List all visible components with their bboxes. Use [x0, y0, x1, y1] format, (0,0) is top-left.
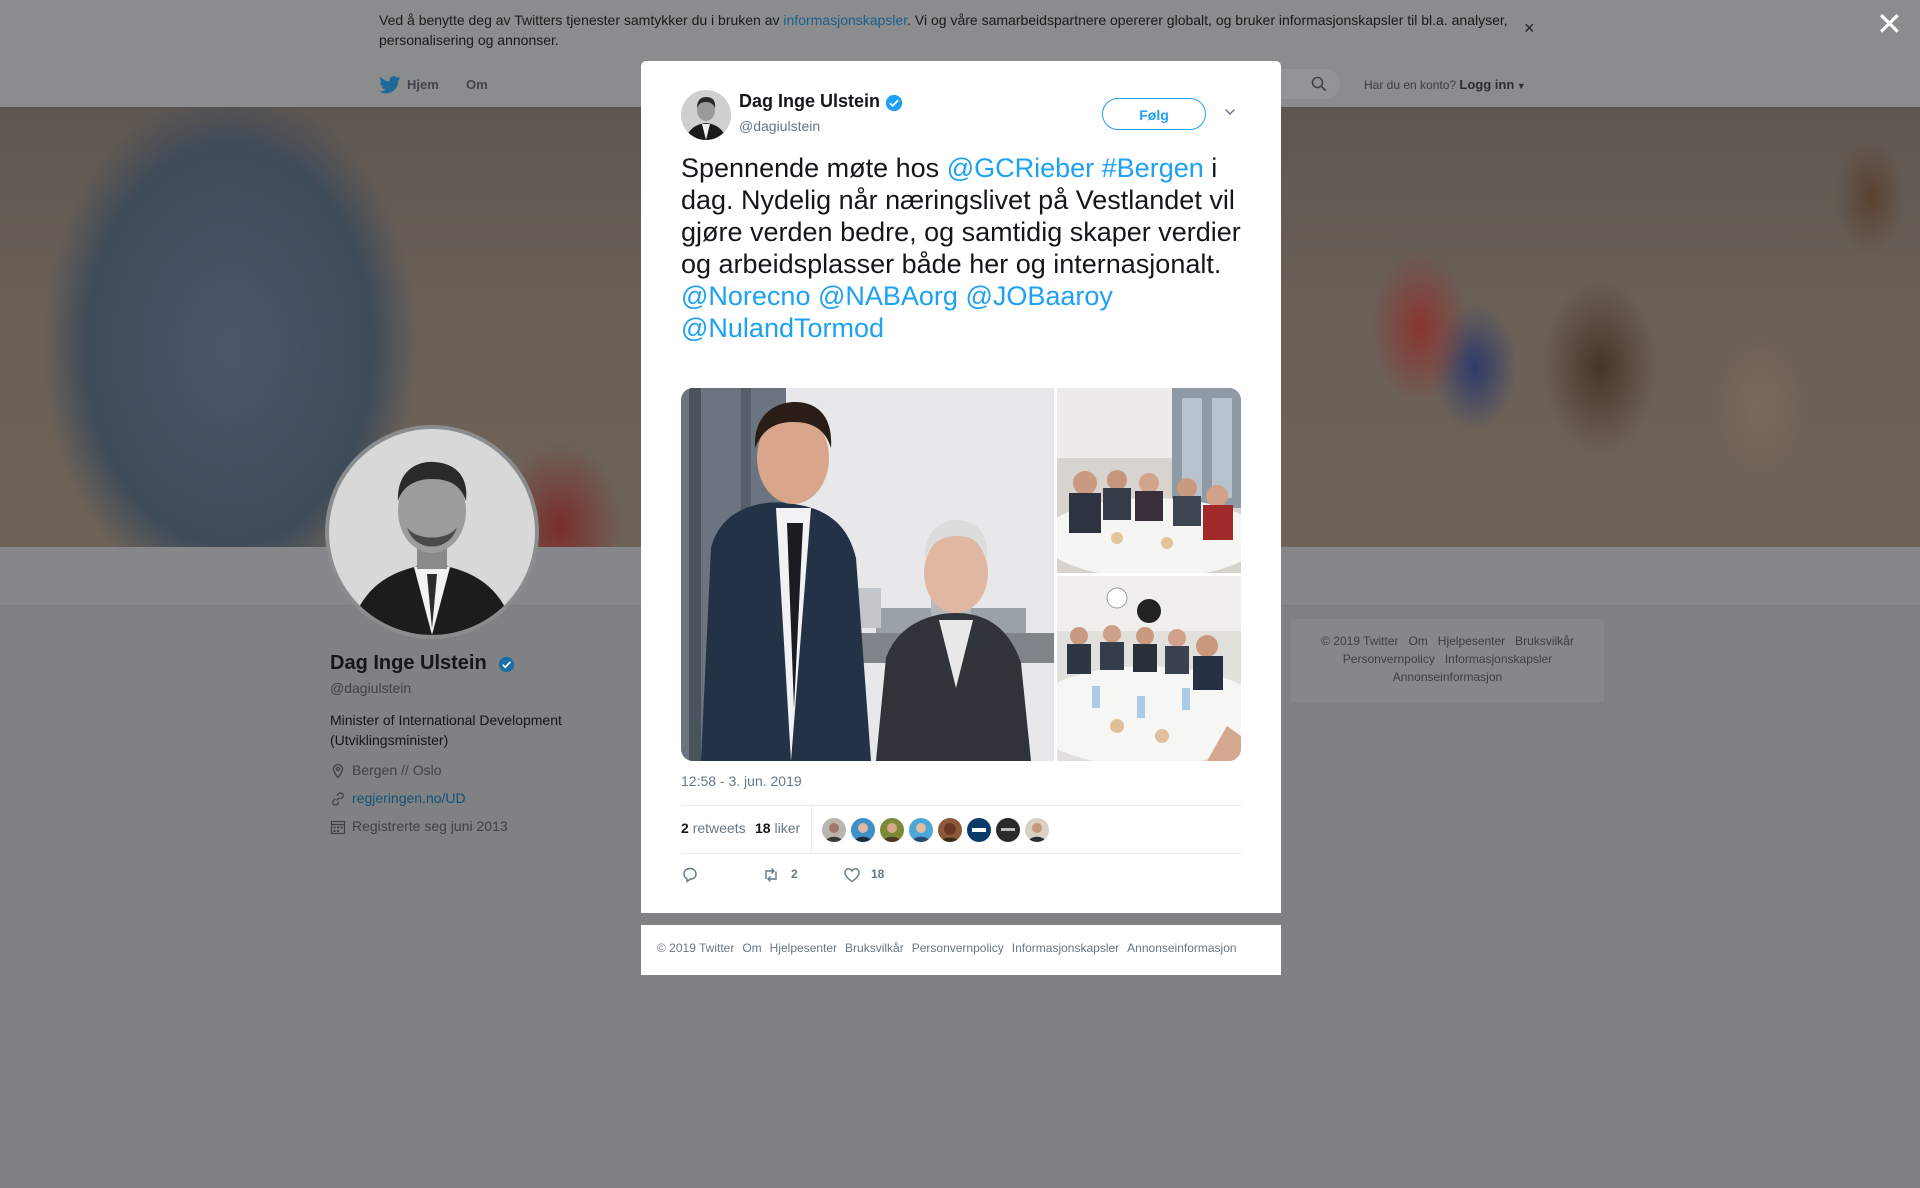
footer-ads-info[interactable]: Annonseinformasjon — [1393, 670, 1502, 684]
liker-avatar[interactable] — [1025, 818, 1049, 842]
footer-cookies[interactable]: Informasjonskapsler — [1445, 652, 1552, 666]
footer-cookies[interactable]: Informasjonskapsler — [1012, 941, 1119, 955]
follow-button[interactable]: Følg — [1102, 98, 1206, 130]
nav-home[interactable]: Hjem — [407, 77, 439, 92]
reply-icon — [683, 867, 697, 883]
tweet-media — [681, 388, 1241, 761]
link-icon — [332, 792, 344, 806]
reply-button[interactable] — [681, 866, 699, 889]
liker-avatar[interactable] — [851, 818, 875, 842]
profile-bio: Minister of International Development (U… — [330, 712, 562, 748]
close-icon[interactable]: ✕ — [1876, 8, 1903, 40]
retweet-count: 2 — [791, 867, 798, 881]
tweet-modal: Dag Inge Ulstein @dagiulstein Følg Spenn… — [641, 61, 1281, 913]
footer-copyright: © 2019 Twitter — [1321, 634, 1399, 648]
author-avatar[interactable] — [681, 90, 731, 140]
retweet-icon — [765, 868, 777, 882]
liker-avatar[interactable] — [938, 818, 962, 842]
mention-link[interactable]: @GCRieber — [947, 153, 1094, 183]
mention-link[interactable]: @JOBaaroy — [965, 281, 1112, 311]
profile-name[interactable]: Dag Inge Ulstein — [330, 652, 487, 675]
stats-divider — [811, 806, 812, 853]
footer-about[interactable]: Om — [742, 941, 761, 955]
footer-terms[interactable]: Bruksvilkår — [845, 941, 904, 955]
footer-ads-info[interactable]: Annonseinformasjon — [1127, 941, 1236, 955]
mention-link[interactable]: @NulandTormod — [681, 313, 884, 343]
likes-count: 18 — [755, 820, 771, 836]
liker-avatar[interactable] — [909, 818, 933, 842]
tweet-photo-1[interactable] — [681, 388, 1054, 761]
verified-icon — [498, 656, 515, 673]
author-name[interactable]: Dag Inge Ulstein — [739, 91, 880, 112]
verified-icon — [885, 94, 903, 112]
cookie-text: Ved å benytte deg av Twitters tjenester … — [379, 10, 1519, 50]
liker-avatar[interactable] — [996, 818, 1020, 842]
like-icon — [844, 868, 860, 883]
liker-avatar[interactable] — [880, 818, 904, 842]
cookie-banner: Ved å benytte deg av Twitters tjenester … — [0, 0, 1920, 61]
joined-text: Registrerte seg juni 2013 — [352, 818, 508, 834]
footer-terms[interactable]: Bruksvilkår — [1515, 634, 1574, 648]
profile-website: regjeringen.no/UD — [330, 790, 466, 807]
location-text: Bergen // Oslo — [352, 762, 442, 778]
search-icon[interactable] — [1311, 76, 1327, 92]
footer-privacy[interactable]: Personvernpolicy — [1343, 652, 1435, 666]
retweets-stat[interactable]: 2 retweets — [681, 820, 746, 836]
mention-link[interactable]: @Norecno — [681, 281, 810, 311]
retweets-count: 2 — [681, 820, 689, 836]
tweet-timestamp[interactable]: 12:58 - 3. jun. 2019 — [681, 773, 802, 789]
twitter-bird-icon[interactable] — [379, 76, 401, 94]
like-button[interactable] — [843, 866, 861, 889]
chevron-down-icon[interactable] — [1223, 105, 1237, 119]
like-count: 18 — [871, 867, 885, 881]
liker-avatar[interactable] — [967, 818, 991, 842]
footer-help[interactable]: Hjelpesenter — [770, 941, 837, 955]
likes-label: liker — [774, 820, 801, 836]
profile-location: Bergen // Oslo — [330, 762, 442, 779]
likes-stat[interactable]: 18 liker — [755, 820, 800, 836]
retweets-label: retweets — [692, 820, 746, 836]
cookie-close-button[interactable]: × — [1524, 18, 1535, 39]
profile-avatar[interactable] — [325, 425, 539, 639]
website-link[interactable]: regjeringen.no/UD — [352, 790, 466, 806]
cookie-text-start: Ved å benytte deg av Twitters tjenester … — [379, 12, 784, 28]
footer-privacy[interactable]: Personvernpolicy — [912, 941, 1004, 955]
location-icon — [332, 763, 344, 779]
login-link[interactable]: Logg inn — [1459, 77, 1514, 92]
chevron-down-icon[interactable]: ▼ — [1514, 81, 1526, 91]
tweet-stats: 2 retweets 18 liker — [681, 805, 1241, 854]
calendar-icon — [330, 820, 346, 835]
author-handle[interactable]: @dagiulstein — [739, 118, 820, 134]
footer-about[interactable]: Om — [1408, 634, 1427, 648]
account-question: Har du en konto? — [1364, 78, 1457, 92]
tweet-photo-3[interactable] — [1057, 576, 1241, 761]
account-prompt: Har du en konto? Logg inn ▼ — [1364, 77, 1526, 92]
retweet-button[interactable] — [762, 866, 780, 889]
tweet-photo-2[interactable] — [1057, 388, 1241, 573]
sidebar-footer: © 2019 Twitter Om Hjelpesenter Bruksvilkår … — [1291, 619, 1604, 702]
modal-footer: © 2019 Twitter Om Hjelpesenter Bruksvilkår P… — [641, 925, 1281, 975]
nav-about[interactable]: Om — [466, 77, 488, 92]
mention-link[interactable]: @NABAorg — [818, 281, 958, 311]
profile-handle[interactable]: @dagiulstein — [330, 680, 411, 696]
footer-help[interactable]: Hjelpesenter — [1438, 634, 1505, 648]
footer-copyright: © 2019 Twitter — [657, 941, 735, 955]
tweet-text-part: Spennende møte hos — [681, 153, 947, 183]
hashtag-link[interactable]: #Bergen — [1102, 153, 1204, 183]
liker-avatar[interactable] — [822, 818, 846, 842]
tweet-text: Spennende møte hos @GCRieber #Bergen i d… — [681, 152, 1251, 344]
profile-joined: Registrerte seg juni 2013 — [330, 818, 508, 835]
cookies-link[interactable]: informasjonskapsler — [783, 12, 907, 28]
